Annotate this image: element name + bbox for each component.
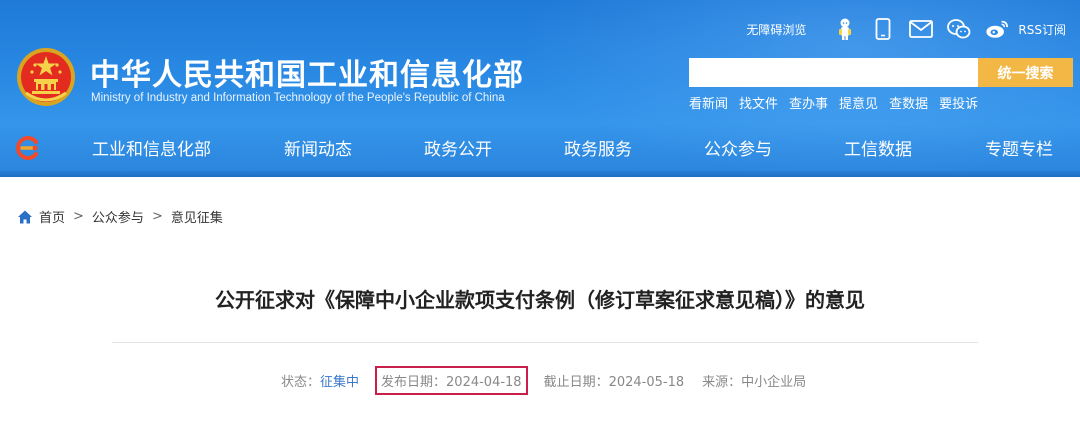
home-icon — [18, 210, 32, 223]
breadcrumb-public-participation[interactable]: 公众参与 — [92, 207, 144, 226]
mail-icon[interactable] — [909, 17, 934, 41]
deadline-date: 截止日期：2024-05-18 — [543, 375, 685, 390]
title-divider — [112, 342, 978, 343]
nav-bottom-line — [0, 171, 1080, 177]
search-button[interactable]: 统一搜索 — [978, 58, 1073, 87]
quick-link-news[interactable]: 看新闻 — [689, 93, 728, 112]
breadcrumb-separator: > — [73, 209, 84, 224]
quick-link-data[interactable]: 查数据 — [889, 93, 928, 112]
quick-link-services[interactable]: 查办事 — [789, 93, 828, 112]
article-meta: 状态： 征集中 发布日期：2024-04-18 截止日期：2024-05-18 … — [281, 366, 806, 395]
quick-link-files[interactable]: 找文件 — [739, 93, 778, 112]
status-label: 状态： — [281, 375, 321, 390]
ministry-logo-icon[interactable] — [14, 134, 42, 162]
mascot-icon[interactable] — [833, 17, 857, 41]
publish-date: 发布日期：2024-04-18 — [375, 366, 528, 395]
source-text: 来源：中小企业局 — [702, 375, 807, 390]
quick-link-complaint[interactable]: 要投诉 — [939, 93, 978, 112]
site-title[interactable]: 中华人民共和国工业和信息化部 — [90, 50, 524, 94]
nav-item-news[interactable]: 新闻动态 — [284, 135, 352, 160]
nav-item-data[interactable]: 工信数据 — [844, 135, 912, 160]
site-header: 中华人民共和国工业和信息化部 Ministry of Industry and … — [0, 0, 1080, 177]
rss-link[interactable]: RSS订阅 — [1018, 21, 1066, 38]
article-title: 公开征求对《保障中小企业款项支付条例（修订草案征求意见稿）》的意见 — [215, 288, 865, 312]
nav-item-home[interactable]: 工业和信息化部 — [92, 135, 211, 160]
national-emblem-icon[interactable] — [16, 47, 76, 107]
wechat-icon[interactable] — [947, 17, 971, 41]
weibo-icon[interactable] — [985, 17, 1009, 41]
breadcrumb-separator: > — [151, 209, 163, 224]
search-input[interactable] — [689, 58, 978, 87]
accessibility-link[interactable]: 无障碍浏览 — [746, 21, 806, 38]
status-value-link[interactable]: 征集中 — [320, 371, 359, 390]
nav-item-topics[interactable]: 专题专栏 — [985, 135, 1053, 160]
nav-item-services[interactable]: 政务服务 — [564, 135, 632, 160]
site-subtitle-en: Ministry of Industry and Information Tec… — [91, 92, 505, 104]
utility-bar: 无障碍浏览 RSS订阅 — [746, 14, 1066, 44]
breadcrumb-home[interactable]: 首页 — [39, 207, 65, 226]
main-nav: 工业和信息化部 新闻动态 政务公开 政务服务 公众参与 工信数据 专题专栏 — [0, 125, 1080, 171]
breadcrumb-solicitation[interactable]: 意见征集 — [171, 207, 223, 226]
nav-item-government-affairs[interactable]: 政务公开 — [424, 135, 492, 160]
breadcrumb: 首页 > 公众参与 > 意见征集 — [17, 207, 223, 226]
nav-item-public-participation[interactable]: 公众参与 — [704, 135, 772, 160]
quick-link-feedback[interactable]: 提意见 — [839, 93, 878, 112]
quick-links: 看新闻 找文件 查办事 提意见 查数据 要投诉 — [689, 93, 989, 112]
mobile-icon[interactable] — [871, 17, 895, 41]
